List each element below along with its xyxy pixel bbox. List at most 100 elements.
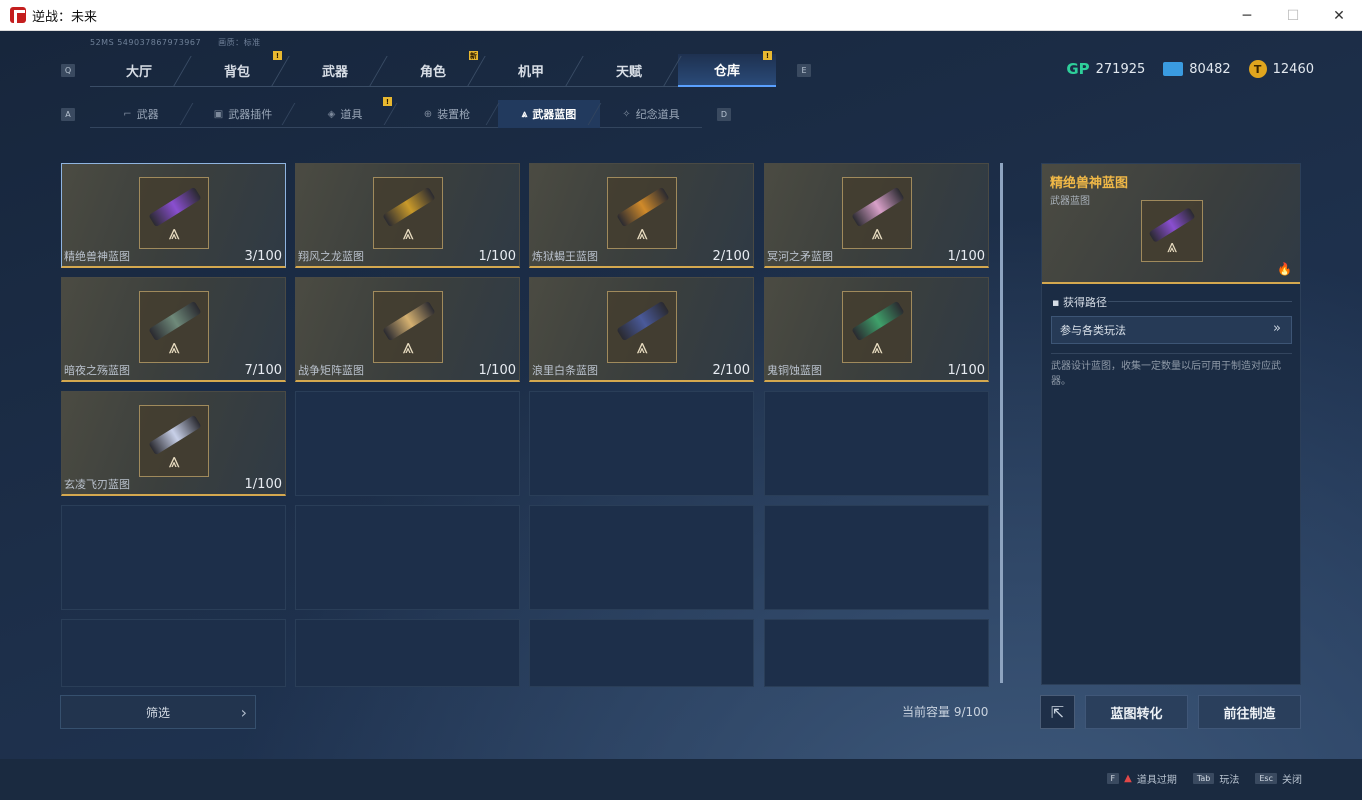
item-name: 精绝兽神蓝图 [64,250,130,263]
main-tabs: 大厅 背包! 武器 角色 新机甲 天赋 仓库! [90,51,776,87]
item-name: 炼狱蝎王蓝图 [532,250,598,263]
item-name: 翔风之龙蓝图 [298,250,364,263]
blueprint-slot[interactable]: ⩓ 炼狱蝎王蓝图 2/100 [529,163,754,268]
blueprint-slot[interactable]: ⩓ 鬼铜蚀蓝图 1/100 [764,277,989,382]
tab-label: 仓库 [713,64,740,79]
tab-2[interactable]: 武器 [286,54,384,87]
detail-header: 精绝兽神蓝图 武器蓝图 ⩓ 🔥 [1042,164,1300,284]
subtab-1[interactable]: ▣ 武器插件 [192,100,294,128]
capacity-text: 当前容量 9/100 [902,705,989,719]
empty-slot [764,619,989,687]
blueprint-emblem-icon: ⩓ [168,334,180,358]
currency-coin: T 12460 [1248,60,1314,78]
detail-title: 精绝兽神蓝图 [1050,176,1129,191]
source-button-label: 参与各类玩法 [1060,324,1126,337]
tab-label: 背包 [223,64,250,80]
empty-slot [529,619,754,687]
blueprint-emblem-icon: ⩓ [168,220,180,244]
blueprint-slot[interactable]: ⩓ 浪里白条蓝图 2/100 [529,277,754,382]
convert-blueprint-button[interactable]: 蓝图转化 [1085,695,1188,729]
blueprint-emblem-icon: ⩓ [636,334,648,358]
key-f: F [1106,773,1120,784]
minimize-button[interactable]: ─ [1224,0,1270,31]
blueprint-slot[interactable]: ⩓ 战争矩阵蓝图 1/100 [295,277,520,382]
currency-ticket-value: 80482 [1189,61,1231,77]
subtab-label: 武器蓝图 [532,108,577,121]
empty-slot [529,391,754,496]
blueprint-emblem-icon: ⩓ [402,220,414,244]
tab-1[interactable]: 背包! [188,51,286,87]
tab-4[interactable]: 机甲 [482,54,580,87]
hint-gameplay[interactable]: Tab 玩法 [1192,771,1240,786]
notification-badge: 新 [469,51,478,60]
item-count: 3/100 [244,249,282,264]
item-name: 暗夜之殇蓝图 [64,364,130,377]
empty-slot [529,505,754,610]
share-button[interactable]: ⇱ [1040,695,1075,729]
empty-slot [295,619,520,687]
tab-0[interactable]: 大厅 [90,54,188,87]
blueprint-slot[interactable]: ⩓ 玄凌飞刃蓝图 1/100 [61,391,286,496]
subtab-2[interactable]: ◈ 道具! [294,97,396,128]
item-count: 1/100 [947,363,985,378]
subtab-0[interactable]: ⌐ 武器 [90,100,192,128]
subtab-3[interactable]: ⊕ 装置枪 [396,100,498,128]
game-area: 52MS 549037867973967 画质：标准 Q 大厅 背包! 武器 角色 新机… [0,31,1362,800]
item-name: 鬼铜蚀蓝图 [767,364,822,377]
blueprint-slot[interactable]: ⩓ 暗夜之殇蓝图 7/100 [61,277,286,382]
notification-badge: ! [763,51,772,60]
item-image: ⩓ [373,291,443,363]
detail-panel: 精绝兽神蓝图 武器蓝图 ⩓ 🔥 ▪ 获得路径 参与各类玩法 » 武器设计蓝图，收… [1041,163,1301,685]
hint-close[interactable]: Esc 关闭 [1255,771,1302,786]
currency-gp-value: 271925 [1095,61,1146,77]
app-logo-icon [10,7,26,23]
blueprint-slot[interactable]: ⩓ 冥河之矛蓝图 1/100 [764,163,989,268]
tab-label: 武器 [321,64,348,80]
tab-3[interactable]: 角色 新 [384,51,482,87]
quality-setting: 画质：标准 [218,38,261,47]
divider [1051,353,1292,354]
item-image: ⩓ [607,177,677,249]
item-icon: ◈ [327,108,336,120]
grid-scrollbar[interactable] [1000,163,1003,683]
blueprint-slot[interactable]: ⩓ 翔风之龙蓝图 1/100 [295,163,520,268]
item-count: 1/100 [478,249,516,264]
subtab-label: 武器插件 [228,108,273,121]
subtab-label: 道具 [340,108,363,121]
go-craft-button[interactable]: 前往制造 [1198,695,1301,729]
coin-icon: T [1248,60,1267,78]
blueprint-slot[interactable]: ⩓ 精绝兽神蓝图 3/100 [61,163,286,268]
sub-tabs: ⌐ 武器 ▣ 武器插件 ◈ 道具! ⊕ 装置枪 ⩓ 武器蓝图 ✧ 纪念道具 [90,97,702,128]
empty-slot [295,505,520,610]
key-hint-e: E [797,64,811,77]
hint-label: 玩法 [1219,775,1240,786]
subtab-5[interactable]: ✧ 纪念道具 [600,100,702,128]
source-button[interactable]: 参与各类玩法 » [1051,316,1292,344]
chevron-right-icon: › [240,703,247,722]
hint-label: 道具过期 [1136,775,1177,786]
ticket-icon [1163,62,1184,76]
maximize-button[interactable]: ☐ [1270,0,1316,31]
souvenir-icon: ✧ [622,108,631,120]
key-hint-a: A [61,108,75,121]
device-icon: ⊕ [423,108,433,120]
external-link-icon: ⇱ [1050,702,1065,722]
detail-description: 武器设计蓝图，收集一定数量以后可用于制造对应武器。 [1051,361,1281,387]
tab-5[interactable]: 天赋 [580,54,678,87]
close-window-button[interactable]: ✕ [1316,0,1362,31]
filter-label: 筛选 [145,705,170,720]
filter-button[interactable]: 筛选 › [60,695,256,729]
currency-coin-value: 12460 [1272,61,1314,77]
empty-slot [295,391,520,496]
empty-slot [764,391,989,496]
hint-expired-items[interactable]: F ▲ 道具过期 [1106,771,1177,786]
window-titlebar: 逆战：未来 ─ ☐ ✕ [0,0,1362,31]
tab-6[interactable]: 仓库! [678,51,776,87]
detail-item-image: ⩓ [1141,200,1203,262]
subtab-4[interactable]: ⩓ 武器蓝图 [498,100,600,128]
fire-icon: 🔥 [1277,262,1292,276]
window-controls: ─ ☐ ✕ [1224,0,1362,31]
gp-icon: GP [1066,60,1090,78]
divider [1108,301,1292,302]
scrollbar-thumb[interactable] [1000,163,1003,683]
